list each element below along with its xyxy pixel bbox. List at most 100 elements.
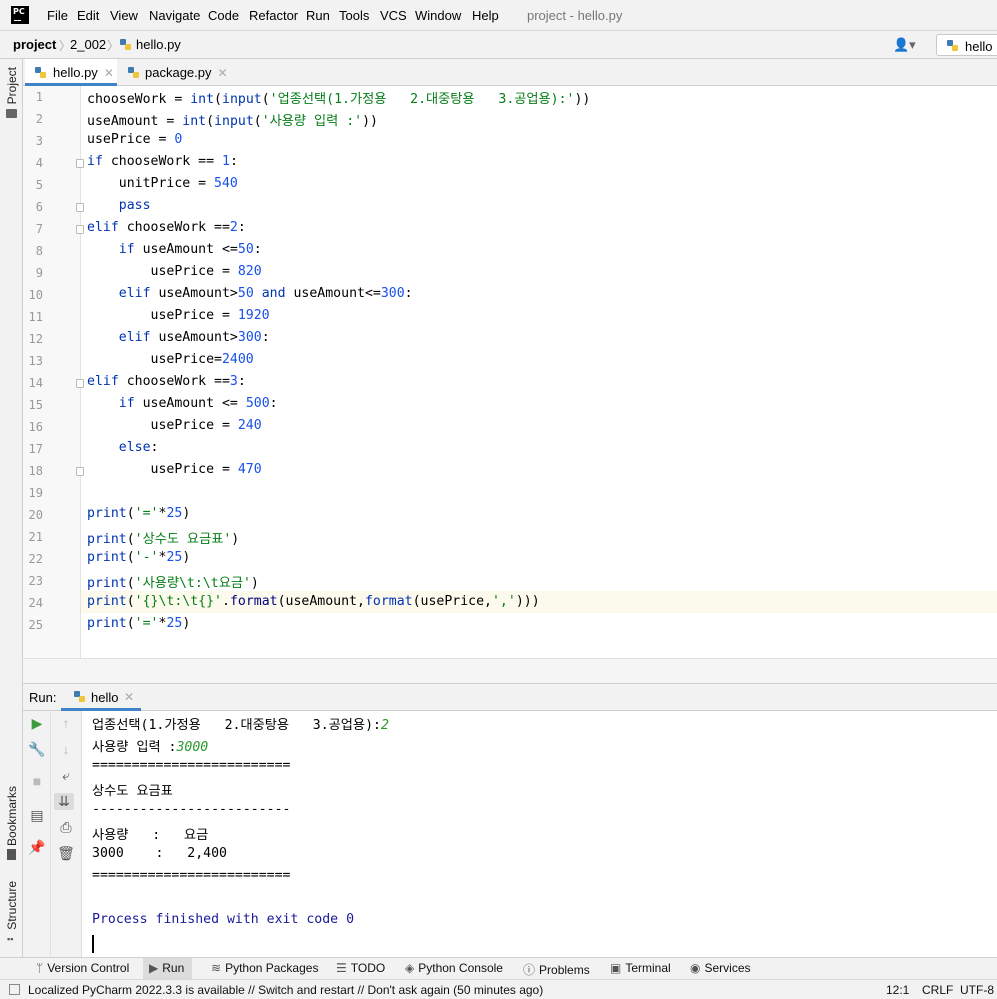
python-file-icon <box>128 67 139 78</box>
file-encoding[interactable]: UTF-8 <box>960 983 994 997</box>
close-icon[interactable]: ✕ <box>104 66 114 80</box>
editor-tab-bar: hello.py ✕ package.py ✕ <box>23 59 997 86</box>
code-line[interactable]: print('-'*25) <box>87 550 190 565</box>
problems-icon: ⓘ <box>523 963 536 977</box>
input-caret <box>92 935 94 953</box>
line-number: 12 <box>28 332 43 346</box>
breadcrumb-folder[interactable]: 2_002 <box>70 37 106 52</box>
code-line[interactable]: useAmount = int(input('사용량 입력 :')) <box>87 110 378 129</box>
menu-edit[interactable]: Edit <box>77 8 99 23</box>
fold-marker-icon[interactable] <box>76 379 84 388</box>
code-line[interactable]: usePrice=2400 <box>87 352 254 367</box>
code-line[interactable]: unitPrice = 540 <box>87 176 238 191</box>
project-tool-button[interactable]: Project <box>5 67 19 104</box>
code-line[interactable]: print('{}\t:\t{}'.format(useAmount,forma… <box>87 594 540 609</box>
close-icon[interactable]: ✕ <box>124 690 134 704</box>
menu-code[interactable]: Code <box>208 8 239 23</box>
menu-window[interactable]: Window <box>415 8 461 23</box>
bookmarks-tool-button[interactable]: Bookmarks <box>5 786 19 846</box>
layout-icon[interactable]: ▤ <box>27 807 47 824</box>
menu-refactor[interactable]: Refactor <box>249 8 298 23</box>
branch-icon: ᛘ <box>36 961 44 975</box>
scroll-to-end-icon[interactable]: ⇊ <box>54 793 74 810</box>
tab-hello-py[interactable]: hello.py ✕ <box>25 59 117 86</box>
editor-horizontal-scrollbar[interactable] <box>23 658 997 684</box>
tool-python-packages[interactable]: ≋ Python Packages <box>211 961 318 975</box>
rerun-icon[interactable]: ▶ <box>27 715 47 732</box>
code-line[interactable]: elif useAmount>300: <box>87 330 270 345</box>
left-tool-strip: Project Bookmarks Structure ▪▪ <box>0 59 23 957</box>
code-line[interactable]: print('상수도 요금표') <box>87 528 239 547</box>
code-editor[interactable]: 1 2 3 4 5 6 7 8 9 10 11 12 13 14 15 16 17 18 19 20 21 22 23 24 2… <box>23 86 997 658</box>
line-number: 8 <box>35 244 43 258</box>
tool-window-bar: ᛘ Version Control ▶ Run ≋ Python Packages ☰… <box>0 957 997 979</box>
tool-todo[interactable]: ☰ TODO <box>336 961 385 975</box>
code-line[interactable]: chooseWork = int(input('업종선택(1.가정용 2.대중탕… <box>87 88 590 107</box>
menu-run[interactable]: Run <box>306 8 330 23</box>
navigation-bar: project 〉 2_002 〉 hello.py 👤▾ hello <box>0 31 997 59</box>
fold-marker-icon[interactable] <box>76 159 84 168</box>
pycharm-logo-icon: PC <box>11 6 29 24</box>
menu-navigate[interactable]: Navigate <box>149 8 200 23</box>
run-console[interactable]: 업종선택(1.가정용 2.대중탕용 3.공업용):2 사용량 입력 :3000 ==… <box>82 711 997 957</box>
code-line[interactable]: usePrice = 1920 <box>87 308 270 323</box>
fold-marker-icon[interactable] <box>76 467 84 476</box>
fold-marker-icon[interactable] <box>76 225 84 234</box>
code-line[interactable]: if useAmount <= 500: <box>87 396 278 411</box>
code-line[interactable]: usePrice = 470 <box>87 462 262 477</box>
line-separator[interactable]: CRLF <box>922 983 953 997</box>
tab-package-py[interactable]: package.py ✕ <box>117 59 228 86</box>
breadcrumb-file[interactable]: hello.py <box>136 37 181 52</box>
window-title: project - hello.py <box>527 8 623 23</box>
print-icon[interactable]: ⎙ <box>56 819 76 836</box>
line-number: 10 <box>28 288 43 302</box>
line-number: 24 <box>28 596 43 610</box>
user-account-icon[interactable]: 👤▾ <box>893 37 916 53</box>
code-line[interactable]: usePrice = 240 <box>87 418 262 433</box>
tool-version-control[interactable]: ᛘ Version Control <box>36 961 129 975</box>
code-line[interactable]: usePrice = 820 <box>87 264 262 279</box>
status-toggle-icon[interactable] <box>9 984 20 995</box>
run-tab-hello[interactable]: hello ✕ <box>61 684 141 711</box>
scroll-up-icon[interactable]: ↑ <box>56 715 76 731</box>
tool-services[interactable]: ◉ Services <box>690 961 751 975</box>
tab-label: package.py <box>145 65 212 80</box>
menu-vcs[interactable]: VCS <box>380 8 407 23</box>
update-notification[interactable]: Localized PyCharm 2022.3.3 is available … <box>28 983 543 997</box>
breadcrumb-project[interactable]: project <box>13 37 56 52</box>
scroll-down-icon[interactable]: ↓ <box>56 741 76 757</box>
code-line[interactable]: elif chooseWork ==3: <box>87 374 246 389</box>
python-icon <box>947 40 958 51</box>
code-line[interactable]: if chooseWork == 1: <box>87 154 238 169</box>
code-line[interactable]: elif chooseWork ==2: <box>87 220 246 235</box>
structure-tool-button[interactable]: Structure <box>5 881 19 930</box>
code-line[interactable]: print('사용량\t:\t요금') <box>87 572 259 591</box>
menu-tools[interactable]: Tools <box>339 8 369 23</box>
fold-marker-icon[interactable] <box>76 203 84 212</box>
tool-terminal[interactable]: ▣ Terminal <box>610 961 671 975</box>
menu-help[interactable]: Help <box>472 8 499 23</box>
code-line[interactable]: usePrice = 0 <box>87 132 182 147</box>
tool-python-console[interactable]: ◈ Python Console <box>405 961 503 975</box>
pin-icon[interactable]: 📌 <box>27 839 47 856</box>
tool-problems[interactable]: ⓘ Problems <box>523 961 590 978</box>
tool-run[interactable]: ▶ Run <box>143 958 193 979</box>
code-line[interactable]: else: <box>87 440 159 455</box>
console-line: 3000 : 2,400 <box>92 846 227 861</box>
code-line[interactable]: elif useAmount>50 and useAmount<=300: <box>87 286 413 301</box>
stop-icon[interactable]: ■ <box>27 773 47 789</box>
menu-view[interactable]: View <box>110 8 138 23</box>
soft-wrap-icon[interactable]: ⤶ <box>56 767 76 784</box>
caret-position[interactable]: 12:1 <box>886 983 909 997</box>
code-line[interactable]: print('='*25) <box>87 506 190 521</box>
code-line[interactable]: if useAmount <=50: <box>87 242 262 257</box>
run-configuration-selector[interactable]: hello <box>936 34 997 56</box>
code-line[interactable]: pass <box>87 198 151 213</box>
menu-file[interactable]: File <box>47 8 68 23</box>
close-icon[interactable]: ✕ <box>218 66 228 80</box>
wrench-icon[interactable]: 🔧 <box>27 741 47 758</box>
run-toolbar-primary: ▶ 🔧 ■ ▤ 📌 <box>23 711 51 957</box>
trash-icon[interactable]: 🗑 <box>56 845 76 862</box>
breadcrumb-separator-icon: 〉 <box>107 39 120 53</box>
code-line[interactable]: print('='*25) <box>87 616 190 631</box>
